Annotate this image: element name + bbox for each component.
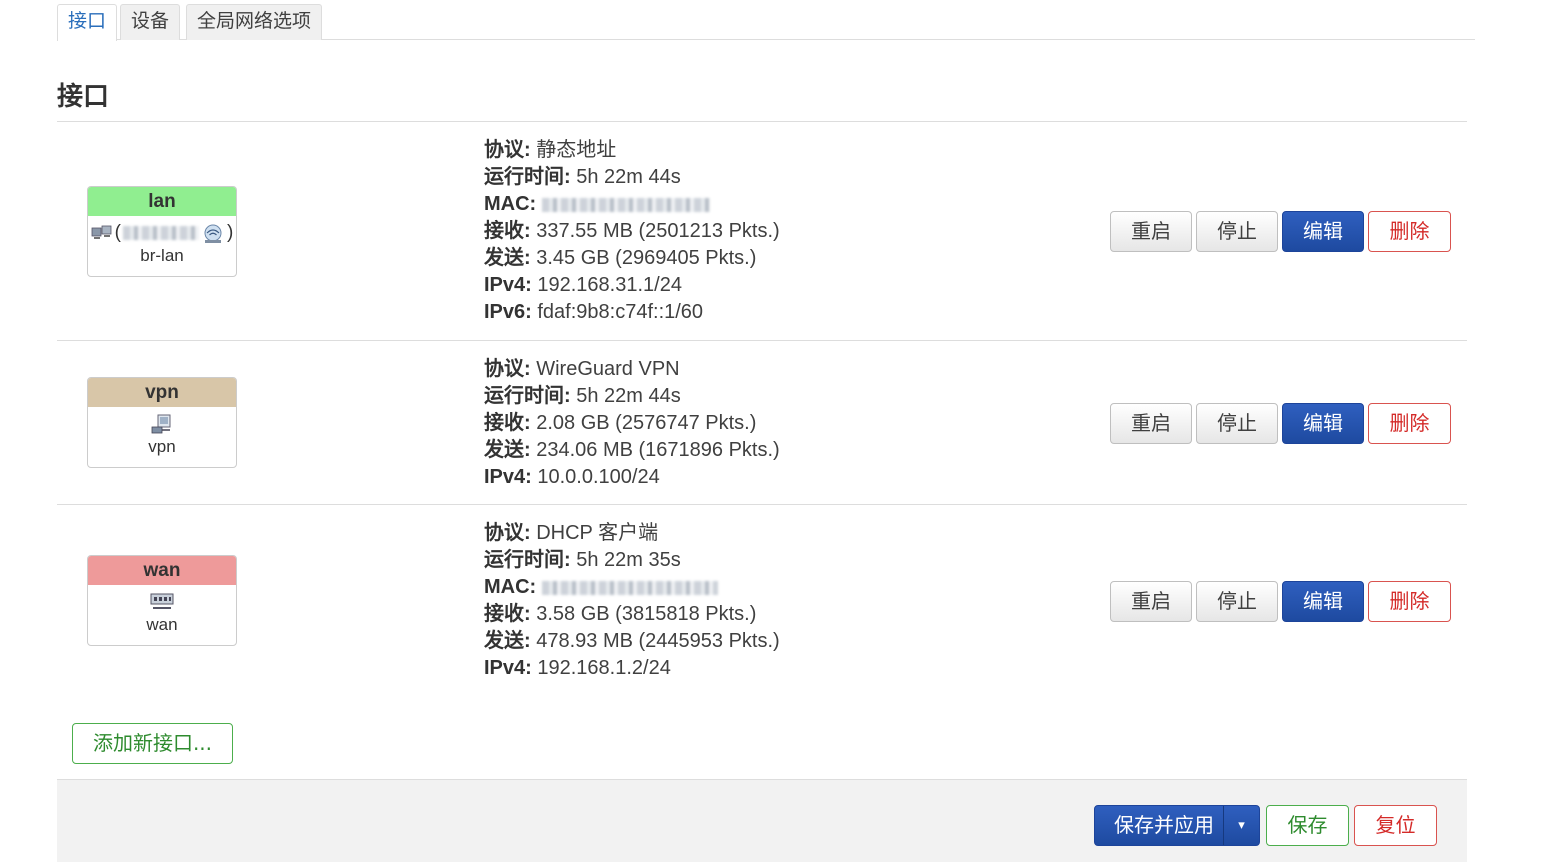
interface-info-vpn: 协议: WireGuard VPN 运行时间: 5h 22m 44s 接收: 2… [484, 356, 780, 491]
caret-down-icon[interactable]: ▾ [1223, 806, 1259, 845]
device-icons: ( ) [88, 216, 236, 246]
info-uptime: 运行时间: 5h 22m 35s [484, 549, 681, 571]
save-button[interactable]: 保存 [1266, 805, 1349, 846]
restart-button[interactable]: 重启 [1110, 581, 1192, 622]
interface-badge-wan: wan wan [87, 555, 237, 646]
divider [57, 340, 1467, 341]
info-ipv4: IPv4: 192.168.1.2/24 [484, 657, 671, 679]
info-rx: 接收: 337.55 MB (2501213 Pkts.) [484, 220, 780, 242]
stop-button[interactable]: 停止 [1196, 581, 1278, 622]
paren-close: ) [227, 222, 234, 243]
interface-info-lan: 协议: 静态地址 运行时间: 5h 22m 44s MAC: 接收: 337.5… [484, 137, 780, 326]
delete-button[interactable]: 删除 [1368, 211, 1451, 252]
restart-button[interactable]: 重启 [1110, 403, 1192, 444]
device-name: vpn [148, 437, 176, 456]
info-rx: 接收: 3.58 GB (3815818 Pkts.) [484, 603, 757, 625]
info-ipv4: IPv4: 10.0.0.100/24 [484, 466, 660, 488]
wifi-icon [204, 224, 222, 243]
info-rx: 接收: 2.08 GB (2576747 Pkts.) [484, 412, 757, 434]
stop-button[interactable]: 停止 [1196, 403, 1278, 444]
tunnel-icon [151, 414, 171, 434]
delete-button[interactable]: 删除 [1368, 581, 1451, 622]
tab-interfaces[interactable]: 接口 [57, 4, 118, 41]
info-protocol: 协议: DHCP 客户端 [484, 522, 659, 544]
info-mac: MAC: [484, 574, 780, 601]
device-icons [88, 585, 236, 615]
info-tx: 发送: 3.45 GB (2969405 Pkts.) [484, 247, 757, 269]
delete-button[interactable]: 删除 [1368, 403, 1451, 444]
mac-redacted [541, 197, 710, 212]
info-uptime: 运行时间: 5h 22m 44s [484, 166, 681, 188]
info-protocol: 协议: 静态地址 [484, 139, 617, 161]
tab-bar: 接口 设备 全局网络选项 [57, 0, 1475, 41]
info-protocol: 协议: WireGuard VPN [484, 358, 680, 380]
tab-devices[interactable]: 设备 [120, 4, 181, 40]
interface-badge-vpn: vpn vpn [87, 377, 237, 468]
page-title: 接口 [57, 81, 110, 111]
save-apply-label: 保存并应用 [1114, 813, 1214, 837]
add-interface-button[interactable]: 添加新接口... [72, 723, 233, 764]
edit-button[interactable]: 编辑 [1282, 403, 1364, 444]
edit-button[interactable]: 编辑 [1282, 581, 1364, 622]
tab-global-options[interactable]: 全局网络选项 [186, 4, 323, 40]
mac-redacted [541, 580, 718, 595]
reset-button[interactable]: 复位 [1354, 805, 1437, 846]
device-icons [88, 407, 236, 437]
interface-name: vpn [88, 378, 236, 407]
paren-open: ( [114, 222, 121, 243]
interface-badge-lan: lan ( ) br-lan [87, 186, 237, 277]
device-name: wan [146, 615, 178, 634]
stop-button[interactable]: 停止 [1196, 211, 1278, 252]
save-apply-button[interactable]: 保存并应用 ▾ [1094, 805, 1260, 846]
interface-name: lan [88, 187, 236, 216]
info-ipv6: IPv6: fdaf:9b8:c74f::1/60 [484, 301, 704, 323]
interface-name: wan [88, 556, 236, 585]
edit-button[interactable]: 编辑 [1282, 211, 1364, 252]
divider [57, 504, 1467, 505]
bridge-icon [91, 225, 112, 239]
info-tx: 发送: 234.06 MB (1671896 Pkts.) [484, 439, 780, 461]
interface-info-wan: 协议: DHCP 客户端 运行时间: 5h 22m 35s MAC: 接收: 3… [484, 520, 780, 682]
restart-button[interactable]: 重启 [1110, 211, 1192, 252]
info-ipv4: IPv4: 192.168.31.1/24 [484, 274, 682, 296]
divider [57, 121, 1467, 122]
device-name: br-lan [140, 246, 184, 265]
info-tx: 发送: 478.93 MB (2445953 Pkts.) [484, 630, 780, 652]
info-mac: MAC: [484, 191, 780, 218]
ethernet-port-icon [150, 593, 174, 609]
action-footer: 保存并应用 ▾ 保存 复位 [57, 779, 1467, 862]
info-uptime: 运行时间: 5h 22m 44s [484, 385, 681, 407]
ethernet-port-icons [123, 226, 199, 240]
